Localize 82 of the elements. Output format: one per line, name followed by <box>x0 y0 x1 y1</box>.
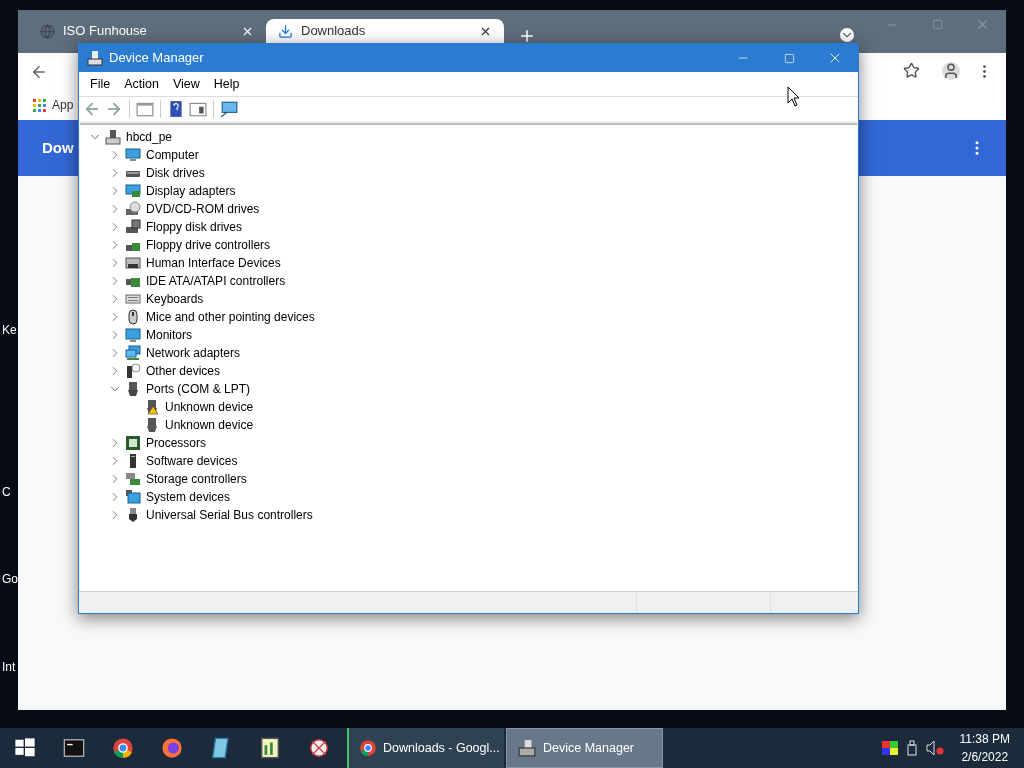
bookmark-link[interactable]: App <box>52 96 74 114</box>
chart-document-icon[interactable] <box>258 737 281 759</box>
tree-item[interactable]: Unknown device <box>165 398 254 416</box>
tree-item[interactable]: Unknown device <box>165 416 254 434</box>
tree-item[interactable]: Floppy disk drives <box>146 218 243 236</box>
close-icon[interactable] <box>975 17 990 32</box>
tree-item[interactable]: Storage controllers <box>146 470 247 488</box>
page-title: Dow <box>42 137 74 158</box>
warning-device-icon <box>144 399 160 415</box>
system-icon <box>125 489 141 505</box>
tree-item[interactable]: System devices <box>146 488 231 506</box>
desktop-icon-label[interactable]: Int <box>2 658 16 676</box>
new-tab-icon[interactable] <box>518 27 536 45</box>
storage-icon <box>125 471 141 487</box>
chrome-icon <box>359 739 377 757</box>
processor-icon <box>125 435 141 451</box>
taskbar-button[interactable]: Downloads - Googl... <box>347 728 504 768</box>
desktop-icon-label[interactable]: C <box>2 483 11 501</box>
clock-time[interactable]: 11:38 PM <box>959 730 1010 748</box>
keyboard-icon <box>125 291 141 307</box>
download-icon <box>278 23 293 39</box>
computer-icon <box>105 129 121 145</box>
tree-item[interactable]: Disk drives <box>146 164 205 182</box>
desktop-icon-label[interactable]: Ke <box>2 321 17 339</box>
tree-item[interactable]: Software devices <box>146 452 238 470</box>
tree-item[interactable]: IDE ATA/ATAPI controllers <box>146 272 286 290</box>
firefox-icon[interactable] <box>160 737 183 759</box>
properties-icon <box>136 100 154 118</box>
chrome-icon[interactable] <box>111 737 134 759</box>
network-icon <box>125 345 141 361</box>
mouse-icon <box>125 309 141 325</box>
window-title: Device Manager <box>109 49 205 68</box>
tree-item[interactable]: Computer <box>146 146 199 164</box>
usb-drive-icon[interactable] <box>905 740 918 756</box>
menu-item[interactable]: View <box>165 74 207 94</box>
tree-item[interactable]: hbcd_pe <box>126 128 173 146</box>
taskbar-button[interactable]: Device Manager <box>506 728 663 768</box>
device-manager-icon <box>87 50 103 66</box>
terminal-icon[interactable] <box>62 737 85 759</box>
tree-item[interactable]: Monitors <box>146 326 192 344</box>
forward-icon[interactable] <box>105 100 123 118</box>
port-icon <box>125 381 141 397</box>
device-manager-icon <box>517 739 537 757</box>
unknown-device-icon <box>125 363 141 379</box>
scan-monitor-icon <box>220 100 238 118</box>
tree-item[interactable]: DVD/CD-ROM drives <box>146 200 260 218</box>
bookmark-star-icon[interactable] <box>903 62 920 79</box>
desktop-icon-label[interactable]: Go <box>2 570 18 588</box>
menu-item[interactable]: Action <box>117 74 166 94</box>
tree-item[interactable]: Universal Serial Bus controllers <box>146 506 313 524</box>
tree-item[interactable]: Processors <box>146 434 207 452</box>
help-icon <box>167 100 185 118</box>
tree-item[interactable]: Floppy drive controllers <box>146 236 271 254</box>
maximize-icon[interactable] <box>932 19 943 30</box>
browser-tab[interactable]: ISO Funhouse <box>28 19 266 43</box>
notebook-icon[interactable] <box>209 737 232 759</box>
tree-item[interactable]: Network adapters <box>146 344 241 362</box>
disc-drive-icon <box>125 201 141 217</box>
display-card-icon <box>125 183 141 199</box>
apps-grid-icon[interactable] <box>33 98 46 112</box>
tree-item[interactable]: Human Interface Devices <box>146 254 281 272</box>
tree-item[interactable]: Mice and other pointing devices <box>146 308 315 326</box>
port-icon <box>144 417 160 433</box>
browser-tab[interactable]: Downloads <box>266 19 504 43</box>
tree-item[interactable]: Display adapters <box>146 182 236 200</box>
globe-icon <box>40 23 55 39</box>
keyboard-icon <box>125 255 141 271</box>
menu-item[interactable]: File <box>83 74 118 94</box>
floppy-drive-icon <box>125 219 141 235</box>
back-icon[interactable] <box>83 100 101 118</box>
menu-item[interactable]: Help <box>206 74 247 94</box>
view-icon <box>189 100 207 118</box>
tree-item[interactable]: Ports (COM & LPT) <box>146 380 250 398</box>
monitor-icon <box>125 147 141 163</box>
maximize-icon <box>783 52 795 64</box>
muted-speaker-icon[interactable] <box>925 740 944 756</box>
monitor-icon <box>125 327 141 343</box>
color-display-icon[interactable] <box>881 741 898 755</box>
tree-item[interactable]: Keyboards <box>146 290 204 308</box>
tree-item[interactable]: Other devices <box>146 362 221 380</box>
start-icon[interactable] <box>13 737 36 759</box>
clock-date[interactable]: 2/6/2022 <box>961 748 1009 766</box>
